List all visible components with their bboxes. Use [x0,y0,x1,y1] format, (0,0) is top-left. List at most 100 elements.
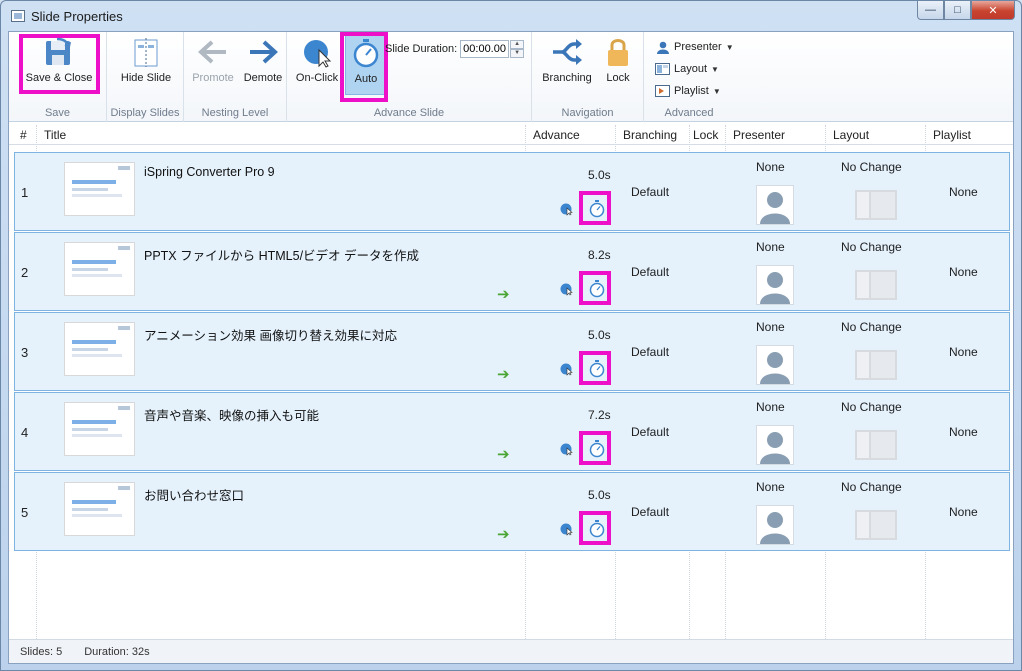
group-advanced: Presenter ▼ Layout ▼ Playlist ▼ Advanced [644,32,734,122]
layout-thumbnail[interactable] [855,430,897,463]
slide-duration-input[interactable] [460,40,510,58]
slides-count: Slides: 5 [20,645,63,658]
lock-button[interactable]: Lock [598,34,638,94]
close-button[interactable]: ✕ [971,1,1015,20]
header-title[interactable]: Title [44,128,66,142]
branching-value[interactable]: Default [631,425,669,439]
slide-thumbnail[interactable] [64,402,135,456]
branching-value[interactable]: Default [631,505,669,519]
on-click-advance-icon[interactable] [560,522,574,539]
header-presenter[interactable]: Presenter [733,128,785,142]
table-row[interactable]: 5 お問い合わせ窓口 ➔ 5.0s Default None No Change… [14,472,1010,551]
playlist-value[interactable]: None [949,425,978,439]
slide-title[interactable]: お問い合わせ窓口 [144,485,244,504]
presenter-value[interactable]: None [756,320,785,334]
table-row[interactable]: 2 PPTX ファイルから HTML5/ビデオ データを作成 ➔ 8.2s De… [14,232,1010,311]
avatar[interactable] [756,185,794,225]
branching-value[interactable]: Default [631,185,669,199]
presenter-value[interactable]: None [756,400,785,414]
auto-advance-icon[interactable] [587,279,607,302]
group-label-navigation: Navigation [561,107,614,119]
table-row[interactable]: 4 音声や音楽、映像の挿入も可能 ➔ 7.2s Default None No … [14,392,1010,471]
title-bar: Slide Properties — □ ✕ [1,1,1021,31]
hide-slide-button[interactable]: Hide Slide [115,34,177,94]
header-layout[interactable]: Layout [833,128,869,142]
branching-label: Branching [542,72,592,84]
layout-thumbnail[interactable] [855,190,897,223]
slide-title[interactable]: iSpring Converter Pro 9 [144,165,275,179]
layout-value[interactable]: No Change [841,320,902,334]
status-bar: Slides: 5 Duration: 32s [9,639,1013,663]
slide-thumbnail[interactable] [64,242,135,296]
group-navigation: Branching Lock Navigation [532,32,644,122]
promote-button[interactable]: Promote [189,34,237,94]
on-click-advance-icon[interactable] [560,442,574,459]
slide-thumbnail[interactable] [64,322,135,376]
layout-thumbnail[interactable] [855,510,897,543]
group-label-nesting: Nesting Level [201,107,269,119]
avatar[interactable] [756,425,794,465]
table-row[interactable]: 1 iSpring Converter Pro 9 ➔ 5.0s Default… [14,152,1010,231]
on-click-advance-icon[interactable] [560,282,574,299]
header-lock[interactable]: Lock [693,128,718,142]
avatar[interactable] [756,345,794,385]
header-advance[interactable]: Advance [533,128,580,142]
layout-value[interactable]: No Change [841,240,902,254]
demote-button[interactable]: Demote [239,34,287,94]
presenter-value[interactable]: None [756,480,785,494]
playlist-value[interactable]: None [949,265,978,279]
header-playlist[interactable]: Playlist [933,128,971,142]
auto-advance-icon[interactable] [587,359,607,382]
header-branching[interactable]: Branching [623,128,677,142]
maximize-button[interactable]: □ [944,1,971,20]
playlist-value[interactable]: None [949,345,978,359]
slide-thumbnail[interactable] [64,162,135,216]
window-app-icon [11,10,25,22]
layout-value[interactable]: No Change [841,480,902,494]
spin-up-icon[interactable]: ▲ [510,40,525,49]
row-number: 1 [21,185,29,200]
advance-time: 7.2s [588,408,611,422]
layout-thumbnail[interactable] [855,350,897,383]
slide-title[interactable]: PPTX ファイルから HTML5/ビデオ データを作成 [144,245,419,264]
advance-time: 5.0s [588,168,611,182]
layout-value[interactable]: No Change [841,400,902,414]
on-click-advance-icon[interactable] [560,362,574,379]
presenter-value[interactable]: None [756,240,785,254]
branching-value[interactable]: Default [631,345,669,359]
auto-advance-icon[interactable] [587,199,607,222]
layout-dropdown[interactable]: Layout ▼ [655,59,719,79]
slide-thumbnail[interactable] [64,482,135,536]
branching-value[interactable]: Default [631,265,669,279]
playlist-dropdown[interactable]: Playlist ▼ [655,81,721,101]
nested-arrow-icon: ➔ [497,286,510,303]
presenter-value[interactable]: None [756,160,785,174]
presenter-dropdown[interactable]: Presenter ▼ [655,37,734,57]
auto-button[interactable]: Auto [345,34,387,95]
save-close-button[interactable]: Save & Close [23,34,95,94]
header-num[interactable]: # [20,128,27,142]
layout-value[interactable]: No Change [841,160,902,174]
on-click-button[interactable]: On-Click [293,34,341,94]
layout-thumbnail[interactable] [855,270,897,303]
playlist-caret-icon: ▼ [712,86,721,96]
auto-advance-icon[interactable] [587,519,607,542]
on-click-advance-icon[interactable] [560,202,574,219]
slide-properties-window: Slide Properties — □ ✕ Save & Close Save… [0,0,1022,671]
playlist-value[interactable]: None [949,185,978,199]
auto-advance-icon[interactable] [587,439,607,462]
avatar[interactable] [756,505,794,545]
branching-button[interactable]: Branching [538,34,596,94]
advance-time: 5.0s [588,488,611,502]
slide-title[interactable]: アニメーション効果 画像切り替え効果に対応 [144,325,397,344]
table-row[interactable]: 3 アニメーション効果 画像切り替え効果に対応 ➔ 5.0s Default N… [14,312,1010,391]
save-close-label: Save & Close [25,72,93,84]
group-nesting-level: Promote Demote Nesting Level [184,32,287,122]
playlist-value[interactable]: None [949,505,978,519]
avatar[interactable] [756,265,794,305]
spin-down-icon[interactable]: ▼ [510,49,525,58]
slide-title[interactable]: 音声や音楽、映像の挿入も可能 [144,405,319,424]
on-click-label: On-Click [295,72,339,84]
minimize-button[interactable]: — [917,1,944,20]
group-display-slides: Hide Slide Display Slides [107,32,184,122]
